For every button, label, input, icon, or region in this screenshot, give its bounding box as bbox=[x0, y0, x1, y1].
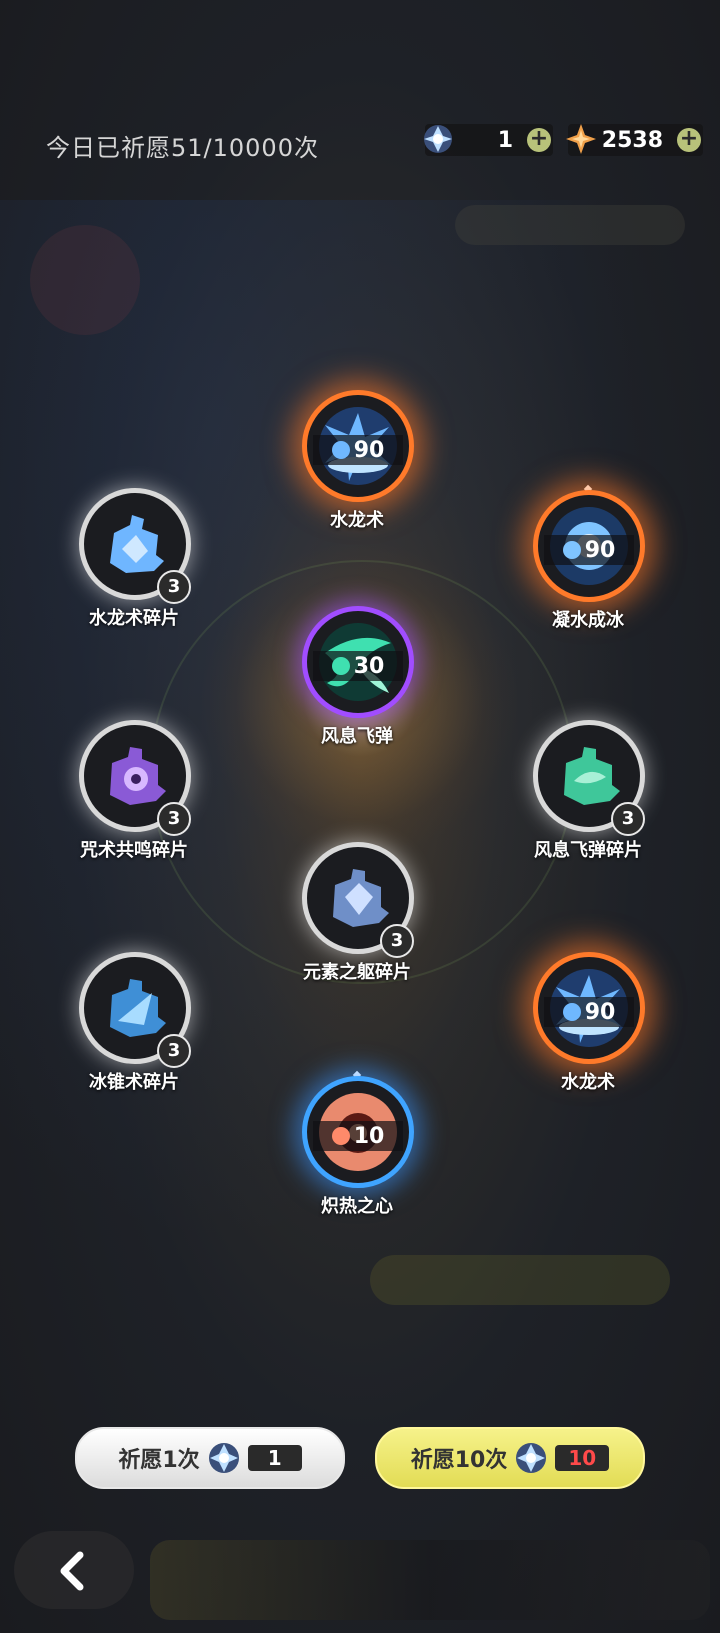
wish-ten-cost: 10 bbox=[555, 1445, 610, 1471]
blurred-banner bbox=[455, 205, 685, 245]
elemental-body-fragment-icon bbox=[333, 869, 389, 927]
wish-once-cost: 1 bbox=[247, 1445, 302, 1471]
gold-currency: 2538 + bbox=[566, 124, 703, 156]
wish-ten-button[interactable]: 祈愿10次 10 bbox=[375, 1427, 645, 1489]
item-level: 90 bbox=[584, 537, 616, 563]
reward-item[interactable]: 90 水龙术 bbox=[262, 390, 452, 560]
gold-star-gem-icon bbox=[566, 124, 596, 154]
item-name: 炽热之心 bbox=[321, 1196, 393, 1217]
item-name: 水龙术 bbox=[330, 510, 384, 531]
item-count: 3 bbox=[611, 802, 645, 836]
spell-resonance-fragment-icon bbox=[110, 747, 166, 805]
wish-ten-label: 祈愿10次 bbox=[410, 1448, 508, 1473]
wish-once-button[interactable]: 祈愿1次 1 bbox=[75, 1427, 345, 1489]
blue-crystal-icon bbox=[516, 1443, 547, 1473]
reward-item[interactable]: 3 风息飞弹碎片 bbox=[493, 720, 683, 890]
daily-wish-count: 今日已祈愿51/10000次 bbox=[46, 134, 319, 162]
level-icon bbox=[331, 657, 350, 675]
level-icon bbox=[331, 1127, 350, 1145]
level-band: 10 bbox=[313, 1121, 403, 1151]
item-count: 3 bbox=[157, 1034, 191, 1068]
level-icon bbox=[331, 441, 350, 459]
item-count: 3 bbox=[157, 802, 191, 836]
back-button[interactable] bbox=[14, 1531, 134, 1609]
gold-count: 2538 bbox=[601, 128, 663, 153]
item-name: 元素之躯碎片 bbox=[303, 962, 411, 983]
blurred-bar bbox=[370, 1255, 670, 1305]
reward-item[interactable]: 3 咒术共鸣碎片 bbox=[39, 720, 229, 890]
item-disc: 90 bbox=[533, 952, 645, 1064]
chevron-left-icon bbox=[60, 1551, 84, 1591]
item-level: 90 bbox=[584, 999, 616, 1025]
blue-crystal-icon bbox=[424, 125, 452, 153]
water-dragon-fragment-icon bbox=[110, 515, 164, 573]
item-name: 风息飞弹碎片 bbox=[534, 840, 642, 861]
item-name: 水龙术 bbox=[561, 1072, 615, 1093]
crystal-currency: 1 + bbox=[424, 124, 553, 156]
wind-missile-fragment-icon bbox=[564, 747, 620, 805]
item-name: 咒术共鸣碎片 bbox=[80, 840, 188, 861]
reward-item[interactable]: 90 凝水成冰 bbox=[493, 484, 683, 660]
level-band: 90 bbox=[313, 435, 403, 465]
wish-once-label: 祈愿1次 bbox=[118, 1448, 200, 1473]
item-level: 10 bbox=[353, 1123, 385, 1149]
reward-item[interactable]: 3 水龙术碎片 bbox=[39, 488, 229, 658]
item-name: 水龙术碎片 bbox=[89, 608, 179, 629]
top-bar: 今日已祈愿51/10000次 1 + 2538 + bbox=[0, 110, 720, 170]
item-level: 90 bbox=[353, 437, 385, 463]
add-gold-button[interactable]: + bbox=[677, 128, 701, 152]
blurred-avatar bbox=[30, 225, 140, 335]
level-band: 90 bbox=[544, 535, 634, 565]
item-count: 3 bbox=[380, 924, 414, 958]
add-crystal-button[interactable]: + bbox=[527, 128, 551, 152]
level-band: 30 bbox=[313, 651, 403, 681]
level-band: 90 bbox=[544, 997, 634, 1027]
reward-item[interactable]: 10 炽热之心 bbox=[262, 1070, 452, 1246]
item-disc: 90 bbox=[302, 390, 414, 502]
blue-crystal-icon bbox=[208, 1443, 239, 1473]
item-name: 风息飞弹 bbox=[321, 726, 393, 747]
item-disc: 30 bbox=[302, 606, 414, 718]
item-name: 冰锥术碎片 bbox=[89, 1072, 179, 1093]
reward-item[interactable]: 90 水龙术 bbox=[493, 952, 683, 1122]
item-level: 30 bbox=[353, 653, 385, 679]
item-disc: 10 bbox=[302, 1076, 414, 1188]
reward-item[interactable]: 3 冰锥术碎片 bbox=[39, 952, 229, 1122]
level-icon bbox=[562, 541, 581, 559]
crystal-count: 1 bbox=[497, 128, 513, 153]
blurred-bottom-bar bbox=[150, 1540, 710, 1620]
item-disc: 90 bbox=[533, 490, 645, 602]
item-name: 凝水成冰 bbox=[552, 610, 624, 631]
ice-cone-fragment-icon bbox=[110, 979, 166, 1037]
item-count: 3 bbox=[157, 570, 191, 604]
reward-item[interactable]: 30 风息飞弹 bbox=[262, 606, 452, 776]
level-icon bbox=[562, 1003, 581, 1021]
reward-item[interactable]: 3 元素之躯碎片 bbox=[262, 842, 452, 1012]
